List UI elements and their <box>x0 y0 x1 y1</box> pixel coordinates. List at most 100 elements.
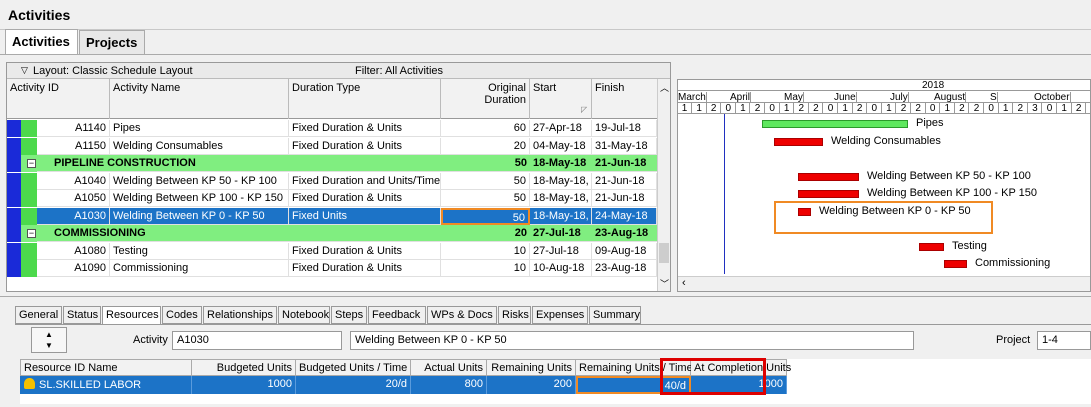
cell-start[interactable]: 18-May-18, <box>530 207 592 225</box>
cell-original-duration[interactable]: 10 <box>441 242 530 260</box>
table-row[interactable]: A1030 Welding Between KP 0 - KP 50 Fixed U… <box>7 207 670 225</box>
cell-activity-name[interactable]: Pipes <box>110 120 289 137</box>
cell-duration-type[interactable]: Fixed Duration & Units <box>289 120 441 137</box>
cell-duration-type[interactable]: Fixed Units <box>289 207 441 225</box>
cell-finish[interactable]: 19-Jul-18 <box>592 120 657 137</box>
cell-duration-type[interactable]: Fixed Duration & Units <box>289 137 441 155</box>
res-col-resource[interactable]: Resource ID Name <box>20 359 192 376</box>
res-cell-remaining[interactable]: 200 <box>487 376 576 394</box>
gantt-bar[interactable] <box>919 242 944 251</box>
cell-activity-name[interactable]: Welding Consumables <box>110 137 289 155</box>
prev-next-stepper[interactable]: ▲ ▼ <box>31 327 67 353</box>
cell-original-duration[interactable]: 50 <box>441 190 530 207</box>
activity-name-field[interactable]: Welding Between KP 0 - KP 50 <box>350 331 914 350</box>
cell-finish[interactable]: 23-Aug-18 <box>592 225 657 242</box>
cell-activity-name[interactable]: Testing <box>110 242 289 260</box>
chevron-up-icon[interactable]: ︿ <box>660 81 669 94</box>
layout-label[interactable]: Layout: Classic Schedule Layout <box>33 65 193 77</box>
cell-activity-name[interactable]: Commissioning <box>110 260 289 277</box>
table-row[interactable]: A1080 Testing Fixed Duration & Units 10 27-J… <box>7 242 670 260</box>
res-cell-budgeted[interactable]: 1000 <box>192 376 296 394</box>
cell-start[interactable]: 27-Jul-18 <box>530 225 592 242</box>
cell-activity-name[interactable]: Welding Between KP 0 - KP 50 <box>110 207 289 225</box>
cell-finish[interactable]: 31-May-18 <box>592 137 657 155</box>
horizontal-scrollbar[interactable]: ‹ <box>678 276 1090 291</box>
res-col-remaining-time[interactable]: Remaining Units / Time <box>576 359 693 376</box>
detail-tab-summary[interactable]: Summary <box>589 306 641 324</box>
tab-activities[interactable]: Activities <box>5 29 78 55</box>
res-col-budgeted[interactable]: Budgeted Units <box>192 359 296 376</box>
detail-tab-resources[interactable]: Resources <box>102 306 161 325</box>
cell-activity-id[interactable]: A1090 <box>37 260 110 277</box>
filter-label[interactable]: Filter: All Activities <box>355 65 443 77</box>
cell-original-duration[interactable]: 10 <box>441 260 530 277</box>
chevron-down-icon[interactable]: ﹀ <box>660 277 669 290</box>
activity-id-field[interactable]: A1030 <box>172 331 342 350</box>
col-activity-name[interactable]: Activity Name <box>110 79 289 119</box>
table-row[interactable]: A1150 Welding Consumables Fixed Duration &… <box>7 137 670 155</box>
detail-tab-feedback[interactable]: Feedback <box>368 306 426 324</box>
cell-finish[interactable]: 09-Aug-18 <box>592 242 657 260</box>
detail-tab-steps[interactable]: Steps <box>331 306 367 324</box>
detail-tab-general[interactable]: General <box>15 306 62 324</box>
gantt-bar[interactable] <box>798 172 859 181</box>
detail-tab-risks[interactable]: Risks <box>498 306 531 324</box>
vertical-scrollbar[interactable]: ︿ ﹀ <box>657 79 670 291</box>
cell-activity-id[interactable]: A1080 <box>37 242 110 260</box>
col-duration-type[interactable]: Duration Type <box>289 79 441 119</box>
cell-original-duration[interactable]: 50 <box>441 207 530 225</box>
cell-activity-id[interactable]: A1150 <box>37 137 110 155</box>
cell-activity-id[interactable]: A1040 <box>37 172 110 190</box>
detail-tab-relationships[interactable]: Relationships <box>203 306 277 324</box>
table-row[interactable]: A1040 Welding Between KP 50 - KP 100 Fixed… <box>7 172 670 190</box>
cell-finish[interactable]: 23-Aug-18 <box>592 260 657 277</box>
gantt-bar[interactable] <box>774 137 823 146</box>
res-cell-budgeted-time[interactable]: 20/d <box>296 376 411 394</box>
cell-original-duration[interactable]: 60 <box>441 120 530 137</box>
cell-start[interactable]: 04-May-18 <box>530 137 592 155</box>
cell-duration-type[interactable]: Fixed Duration & Units <box>289 242 441 260</box>
table-row[interactable]: A1050 Welding Between KP 100 - KP 150 Fixe… <box>7 190 670 207</box>
detail-tab-wps-docs[interactable]: WPs & Docs <box>427 306 497 324</box>
detail-tab-expenses[interactable]: Expenses <box>532 306 588 324</box>
cell-finish[interactable]: 21-Jun-18 <box>592 190 657 207</box>
cell-activity-id[interactable]: A1050 <box>37 190 110 207</box>
gantt-bar[interactable] <box>798 190 859 198</box>
scroll-thumb[interactable] <box>659 243 669 263</box>
res-col-actual[interactable]: Actual Units <box>411 359 487 376</box>
cell-start[interactable]: 27-Jul-18 <box>530 242 592 260</box>
cell-duration-type[interactable]: Fixed Duration & Units <box>289 190 441 207</box>
table-row[interactable]: A1090 Commissioning Fixed Duration & Units… <box>7 260 670 277</box>
table-row[interactable]: A1140 Pipes Fixed Duration & Units 60 27-Apr… <box>7 120 670 137</box>
gantt-bar[interactable] <box>762 120 908 128</box>
cell-start[interactable]: 18-May-18, <box>530 190 592 207</box>
cell-finish[interactable]: 21-Jun-18 <box>592 172 657 190</box>
tab-projects[interactable]: Projects <box>79 30 145 54</box>
res-col-remaining[interactable]: Remaining Units <box>487 359 576 376</box>
detail-tab-notebook[interactable]: Notebook <box>278 306 330 324</box>
col-original-duration[interactable]: Original Duration <box>441 79 530 119</box>
project-field[interactable]: 1-4 <box>1037 331 1091 350</box>
cell-original-duration[interactable]: 20 <box>441 137 530 155</box>
chevron-left-icon[interactable]: ‹ <box>682 277 686 289</box>
cell-original-duration[interactable]: 20 <box>441 225 530 242</box>
wbs-name[interactable]: PIPELINE CONSTRUCTION <box>51 155 431 172</box>
res-cell-actual[interactable]: 800 <box>411 376 487 394</box>
col-activity-id[interactable]: Activity ID <box>7 79 110 119</box>
col-finish[interactable]: Finish <box>592 79 657 119</box>
cell-start[interactable]: 18-May-18, <box>530 172 592 190</box>
cell-start[interactable]: 10-Aug-18 <box>530 260 592 277</box>
detail-tab-status[interactable]: Status <box>63 306 101 324</box>
cell-finish[interactable]: 24-May-18 <box>592 207 657 225</box>
collapse-icon[interactable]: − <box>27 229 36 238</box>
detail-tab-codes[interactable]: Codes <box>162 306 202 324</box>
gantt-bar[interactable] <box>944 260 967 268</box>
cell-original-duration[interactable]: 50 <box>441 172 530 190</box>
collapse-icon[interactable]: − <box>27 159 36 168</box>
chevron-down-icon[interactable]: ▽ <box>21 65 28 76</box>
res-col-at-completion[interactable]: At Completion Units <box>691 359 791 376</box>
res-cell-resource[interactable]: SL.SKILLED LABOR <box>20 376 192 394</box>
cell-start[interactable]: 27-Apr-18 <box>530 120 592 137</box>
wbs-row[interactable]: − COMMISSIONING 20 27-Jul-18 23-Aug-18 <box>7 225 670 242</box>
res-cell-at-completion[interactable]: 1000 <box>691 376 787 394</box>
